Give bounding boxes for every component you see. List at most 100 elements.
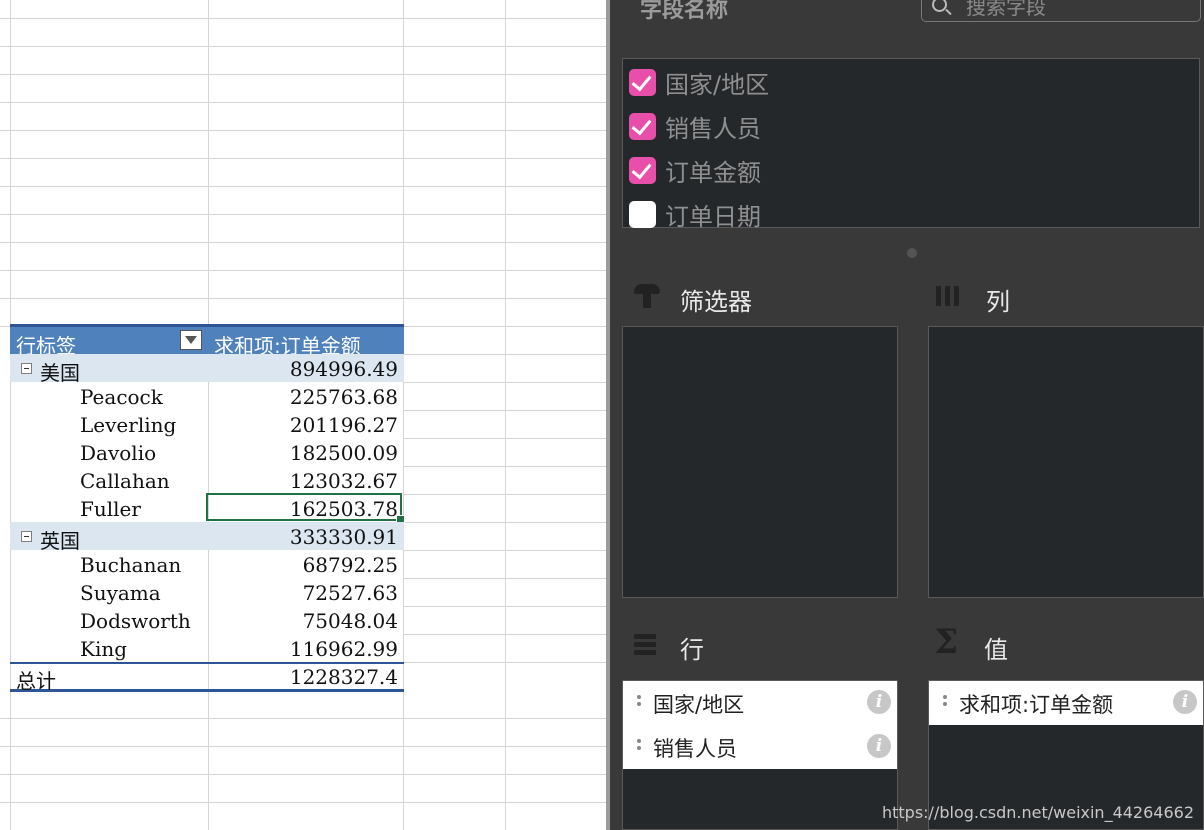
row-labels-filter-dropdown-button[interactable] xyxy=(180,330,202,350)
drag-grip-icon[interactable] xyxy=(943,695,947,699)
search-placeholder: 搜索字段 xyxy=(966,0,1046,19)
grid-line xyxy=(0,158,608,159)
row-value: 72527.63 xyxy=(302,581,398,605)
row-label: Suyama xyxy=(80,581,161,605)
row-value: 201196.27 xyxy=(289,413,398,437)
grid-line xyxy=(0,74,608,75)
selected-cell-outline[interactable] xyxy=(206,493,405,524)
row-value: 116962.99 xyxy=(289,637,398,661)
checkbox-checked[interactable] xyxy=(629,157,656,184)
grid-line xyxy=(404,382,608,383)
grid-line xyxy=(0,718,608,719)
search-fields-input[interactable]: 搜索字段 xyxy=(921,0,1201,22)
row-label: Peacock xyxy=(80,385,163,409)
grid-line xyxy=(404,494,608,495)
pivot-row[interactable]: Callahan 123032.67 xyxy=(10,466,404,494)
rows-field-pill[interactable]: 销售人员 i xyxy=(623,725,897,769)
pivot-row[interactable]: King 116962.99 xyxy=(10,634,404,662)
watermark-text: https://blog.csdn.net/weixin_44264662 xyxy=(881,803,1194,822)
grid-line xyxy=(404,466,608,467)
grid-line xyxy=(0,46,608,47)
field-list[interactable]: 国家/地区 销售人员 订单金额 订单日期 xyxy=(622,58,1200,231)
row-label: Davolio xyxy=(80,441,157,465)
grid-line xyxy=(0,746,608,747)
values-field-pill[interactable]: 求和项:订单金额 i xyxy=(929,681,1203,725)
columns-zone-title: 列 xyxy=(986,288,1010,316)
drag-grip-icon[interactable] xyxy=(637,695,641,699)
grand-total-label: 总计 xyxy=(16,669,56,693)
grid-line xyxy=(0,298,608,299)
checkbox-checked[interactable] xyxy=(629,69,656,96)
filters-zone-title: 筛选器 xyxy=(680,288,752,316)
grid-line xyxy=(0,242,608,243)
row-value: 123032.67 xyxy=(289,469,398,493)
row-label: Fuller xyxy=(80,497,141,521)
pivot-row[interactable]: Fuller 162503.78 xyxy=(10,493,405,524)
spreadsheet-grid[interactable]: 行标签 求和项:订单金额 美国 894996.49 Peacock 225763… xyxy=(0,0,608,830)
pill-label: 求和项:订单金额 xyxy=(959,693,1114,717)
row-label: Callahan xyxy=(80,469,170,493)
info-icon[interactable]: i xyxy=(867,690,891,714)
rows-field-list: 国家/地区 i 销售人员 i xyxy=(623,681,897,769)
grid-line xyxy=(505,0,506,830)
values-field-list: 求和项:订单金额 i xyxy=(929,681,1203,725)
grid-line xyxy=(404,606,608,607)
grid-line xyxy=(404,634,608,635)
field-label: 订单金额 xyxy=(665,159,761,187)
pivot-table[interactable]: 行标签 求和项:订单金额 美国 894996.49 Peacock 225763… xyxy=(10,324,405,693)
pivot-group-row[interactable]: 美国 894996.49 xyxy=(10,354,404,385)
values-zone-title: 值 xyxy=(984,636,1008,664)
info-icon[interactable]: i xyxy=(867,734,891,758)
search-icon xyxy=(932,0,947,12)
resize-handle[interactable] xyxy=(907,248,917,258)
row-value: 68792.25 xyxy=(302,553,398,577)
pivot-row[interactable]: Dodsworth 75048.04 xyxy=(10,606,404,634)
pivot-row[interactable]: Peacock 225763.68 xyxy=(10,382,404,410)
pivot-row[interactable]: Leverling 201196.27 xyxy=(10,410,404,438)
pivot-row[interactable]: Davolio 182500.09 xyxy=(10,438,404,466)
collapse-toggle-icon[interactable] xyxy=(21,531,32,542)
pill-label: 国家/地区 xyxy=(653,693,745,717)
drag-grip-icon[interactable] xyxy=(637,739,641,743)
grand-total-row[interactable]: 总计 1228327.4 xyxy=(10,662,404,693)
grid-line xyxy=(404,550,608,551)
grid-line xyxy=(0,774,608,775)
group-total: 894996.49 xyxy=(289,357,398,381)
checkbox-unchecked[interactable] xyxy=(629,201,656,228)
pivot-row[interactable]: Buchanan 68792.25 xyxy=(10,550,404,578)
field-label: 国家/地区 xyxy=(665,71,770,99)
grid-line xyxy=(0,102,608,103)
pivot-header-row: 行标签 求和项:订单金额 xyxy=(10,324,404,358)
collapse-toggle-icon[interactable] xyxy=(21,363,32,374)
pivot-group-row[interactable]: 英国 333330.91 xyxy=(10,522,404,553)
grid-line xyxy=(404,410,608,411)
grid-line xyxy=(0,214,608,215)
columns-drop-zone[interactable] xyxy=(928,326,1204,598)
sigma-icon: Σ xyxy=(934,622,959,662)
grid-line xyxy=(404,438,608,439)
grid-line xyxy=(404,662,608,663)
pivot-row[interactable]: Suyama 72527.63 xyxy=(10,578,404,606)
rows-field-pill[interactable]: 国家/地区 i xyxy=(623,681,897,725)
row-value: 182500.09 xyxy=(289,441,398,465)
rows-zone-title: 行 xyxy=(680,636,704,664)
row-label: Buchanan xyxy=(80,553,182,577)
checkbox-checked[interactable] xyxy=(629,113,656,140)
info-icon[interactable]: i xyxy=(1173,690,1197,714)
grid-line xyxy=(404,522,608,523)
grid-line xyxy=(0,18,608,19)
field-names-heading: 字段名称 xyxy=(640,0,729,23)
grid-line xyxy=(0,130,608,131)
row-value: 225763.68 xyxy=(289,385,398,409)
pill-label: 销售人员 xyxy=(653,737,737,761)
rows-icon xyxy=(634,634,656,656)
field-label: 订单日期 xyxy=(665,203,761,231)
grid-line xyxy=(404,578,608,579)
filter-icon xyxy=(634,284,660,310)
grid-line xyxy=(0,270,608,271)
rows-drop-zone[interactable]: 国家/地区 i 销售人员 i xyxy=(622,680,898,830)
filters-drop-zone[interactable] xyxy=(622,326,898,598)
pivot-field-list-pane: 字段名称 搜索字段 国家/地区 销售人员 订单金额 订单日期 筛选器 列 行 国… xyxy=(610,0,1204,830)
grid-line xyxy=(0,802,608,803)
row-label: Dodsworth xyxy=(80,609,191,633)
